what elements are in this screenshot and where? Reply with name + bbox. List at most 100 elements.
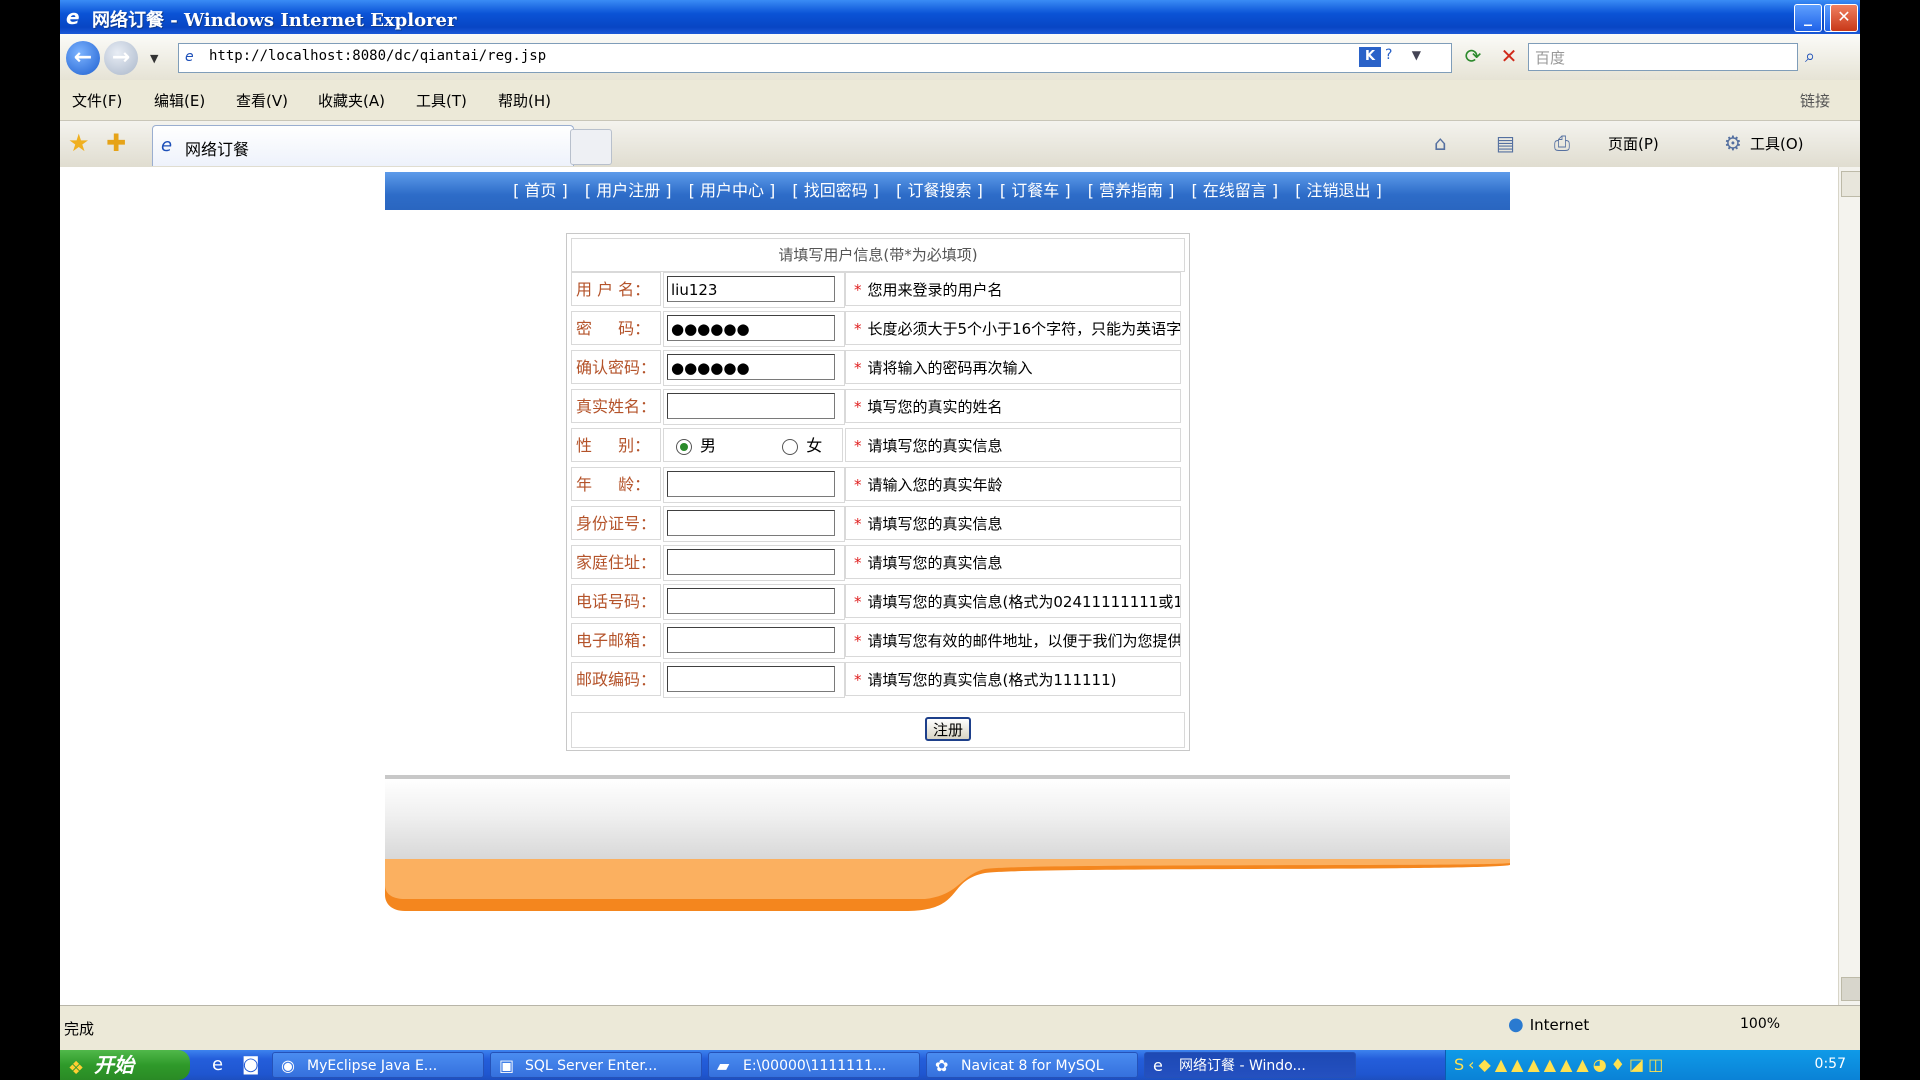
links-toolbar[interactable]: 链接 xyxy=(1800,90,1830,111)
form-row-username: 用 户 名： liu123 * 您用来登录的用户名 xyxy=(571,272,1183,308)
phone-input[interactable] xyxy=(667,588,835,614)
menu-edit[interactable]: 编辑(E) xyxy=(154,90,205,111)
taskbar-item-ie[interactable]: e 网络订餐 - Windo... xyxy=(1144,1052,1356,1078)
favorites-star-icon[interactable]: ★ xyxy=(68,129,90,157)
new-tab-button[interactable] xyxy=(570,129,612,165)
nav-recover-password[interactable]: [ 找回密码 ] xyxy=(792,172,879,210)
address-url[interactable]: http://localhost:8080/dc/qiantai/reg.jsp xyxy=(209,48,546,64)
tab-label: 网络订餐 xyxy=(185,140,250,159)
close-button[interactable]: ✕ xyxy=(1830,4,1858,32)
form-row-phone: 电话号码： *请填写您的真实信息(格式为02411111111或13911111… xyxy=(571,584,1183,620)
postcode-input[interactable] xyxy=(667,666,835,692)
password-input[interactable]: ●●●●●● xyxy=(667,315,835,341)
form-label: 真实姓名： xyxy=(571,389,661,423)
form-row-postcode: 邮政编码： * 请填写您的真实信息(格式为111111) xyxy=(571,662,1183,698)
add-favorite-icon[interactable]: ✚ xyxy=(106,129,126,157)
gender-male-radio[interactable] xyxy=(676,438,692,455)
zoom-level[interactable]: 100% xyxy=(1740,1016,1780,1032)
start-button[interactable]: ❖ 开始 xyxy=(60,1050,190,1080)
form-hint: *请填写您有效的邮件地址，以便于我们为您提供有效的服务。 xyxy=(845,623,1181,657)
id-number-input[interactable] xyxy=(667,510,835,536)
taskbar-item-navicat[interactable]: ✿ Navicat 8 for MySQL xyxy=(926,1052,1138,1078)
browser-window: e 网络订餐 - Windows Internet Explorer _ ❐ ✕… xyxy=(60,0,1860,1050)
form-hint: * 请填写您的真实信息 xyxy=(845,545,1181,579)
form-row-gender: 性 别： 男 女 * 请填写您的真实信息 xyxy=(571,428,1183,464)
history-dropdown-icon[interactable]: ▼ xyxy=(150,52,158,65)
nav-nutrition-guide[interactable]: [ 营养指南 ] xyxy=(1088,172,1175,210)
form-row-address: 家庭住址： * 请填写您的真实信息 xyxy=(571,545,1183,581)
taskbar-item-sqlserver[interactable]: ▣ SQL Server Enter... xyxy=(490,1052,702,1078)
taskbar-item-explorer[interactable]: ▰ E:\00000\1111111... xyxy=(708,1052,920,1078)
form-hint: * 请将输入的密码再次输入 xyxy=(845,350,1181,384)
home-icon[interactable]: ⌂ xyxy=(1434,131,1447,155)
age-input[interactable] xyxy=(667,471,835,497)
refresh-icon[interactable]: ⟳ xyxy=(1460,44,1486,70)
sqlserver-icon: ▣ xyxy=(499,1056,515,1075)
menu-tools[interactable]: 工具(T) xyxy=(416,90,467,111)
form-label: 电子邮箱： xyxy=(571,623,661,657)
menu-file[interactable]: 文件(F) xyxy=(72,90,122,111)
forward-button[interactable]: → xyxy=(104,41,138,75)
tools-menu[interactable]: 工具(O) xyxy=(1750,133,1804,154)
nav-register[interactable]: [ 用户注册 ] xyxy=(585,172,672,210)
menu-help[interactable]: 帮助(H) xyxy=(498,90,551,111)
search-input[interactable]: 百度 xyxy=(1528,43,1798,71)
email-input[interactable] xyxy=(667,627,835,653)
gear-icon[interactable]: ⚙ xyxy=(1724,131,1742,155)
form-hint: *请填写您的真实信息(格式为02411111111或13911111111) xyxy=(845,584,1181,618)
help-icon[interactable]: ? xyxy=(1385,47,1403,67)
menu-bar: 文件(F) 编辑(E) 查看(V) 收藏夹(A) 工具(T) 帮助(H) 链接 xyxy=(60,80,1860,121)
quicklaunch-ie-icon[interactable]: e xyxy=(212,1054,223,1075)
feeds-icon[interactable]: ▤ xyxy=(1496,131,1515,155)
real-name-input[interactable] xyxy=(667,393,835,419)
form-label: 家庭住址： xyxy=(571,545,661,579)
navicat-icon: ✿ xyxy=(935,1056,949,1075)
menu-favorites[interactable]: 收藏夹(A) xyxy=(318,90,385,111)
compatibility-icon[interactable]: K xyxy=(1359,47,1381,67)
site-navigation: [ 首页 ] [ 用户注册 ] [ 用户中心 ] [ 找回密码 ] [ 订餐搜索… xyxy=(385,172,1510,210)
scroll-thumb[interactable] xyxy=(1841,171,1860,197)
quicklaunch-show-desktop-icon[interactable]: ◙ xyxy=(242,1054,259,1075)
address-dropdown-icon[interactable]: ▼ xyxy=(1412,48,1421,62)
security-zone: ● Internet xyxy=(1508,1014,1590,1035)
gender-female-radio[interactable] xyxy=(782,438,799,455)
registration-form: 请填写用户信息(带*为必填项) 用 户 名： liu123 * 您用来登录的用户名… xyxy=(566,233,1190,751)
address-bar[interactable]: e http://localhost:8080/dc/qiantai/reg.j… xyxy=(178,43,1452,73)
footer-orange-wave xyxy=(385,859,1510,911)
minimize-button[interactable]: _ xyxy=(1794,4,1822,32)
print-icon[interactable]: ⎙ xyxy=(1554,131,1570,155)
form-label: 年 龄： xyxy=(571,467,661,501)
title-bar: e 网络订餐 - Windows Internet Explorer _ ❐ ✕ xyxy=(60,0,1860,34)
nav-guestbook[interactable]: [ 在线留言 ] xyxy=(1191,172,1278,210)
stop-icon[interactable]: ✕ xyxy=(1496,44,1522,70)
ie-icon: e xyxy=(66,5,80,29)
confirm-password-input[interactable]: ●●●●●● xyxy=(667,354,835,380)
nav-cart[interactable]: [ 订餐车 ] xyxy=(1000,172,1071,210)
taskbar-item-myeclipse[interactable]: ◉ MyEclipse Java E... xyxy=(272,1052,484,1078)
tray-icons[interactable]: S‹◆▲▲▲▲▲▲◕♦◪◫ xyxy=(1454,1055,1667,1074)
form-label: 密 码： xyxy=(571,311,661,345)
search-icon[interactable]: ⌕ xyxy=(1805,46,1815,67)
form-hint: * 请填写您的真实信息(格式为111111) xyxy=(845,662,1181,696)
form-hint: * 请填写您的真实信息 xyxy=(845,428,1181,462)
username-input[interactable]: liu123 xyxy=(667,276,835,302)
nav-user-center[interactable]: [ 用户中心 ] xyxy=(689,172,776,210)
tab-current[interactable]: e 网络订餐 xyxy=(152,125,574,166)
form-row-real-name: 真实姓名： * 填写您的真实的姓名 xyxy=(571,389,1183,425)
nav-home[interactable]: [ 首页 ] xyxy=(513,172,568,210)
system-tray: S‹◆▲▲▲▲▲▲◕♦◪◫ 0:57 xyxy=(1445,1050,1860,1080)
page-menu[interactable]: 页面(P) xyxy=(1608,133,1659,154)
nav-order-search[interactable]: [ 订餐搜索 ] xyxy=(896,172,983,210)
tab-ie-icon: e xyxy=(161,135,173,156)
vertical-scrollbar[interactable] xyxy=(1838,167,1860,1005)
back-button[interactable]: ← xyxy=(66,41,100,75)
gender-male-label: 男 xyxy=(700,436,717,455)
form-label: 电话号码： xyxy=(571,584,661,618)
scroll-down-button[interactable] xyxy=(1841,977,1860,1001)
register-button[interactable]: 注册 xyxy=(925,717,971,741)
form-header: 请填写用户信息(带*为必填项) xyxy=(571,238,1185,272)
form-label: 身份证号： xyxy=(571,506,661,540)
nav-logout[interactable]: [ 注销退出 ] xyxy=(1295,172,1382,210)
menu-view[interactable]: 查看(V) xyxy=(236,90,288,111)
address-input[interactable] xyxy=(667,549,835,575)
